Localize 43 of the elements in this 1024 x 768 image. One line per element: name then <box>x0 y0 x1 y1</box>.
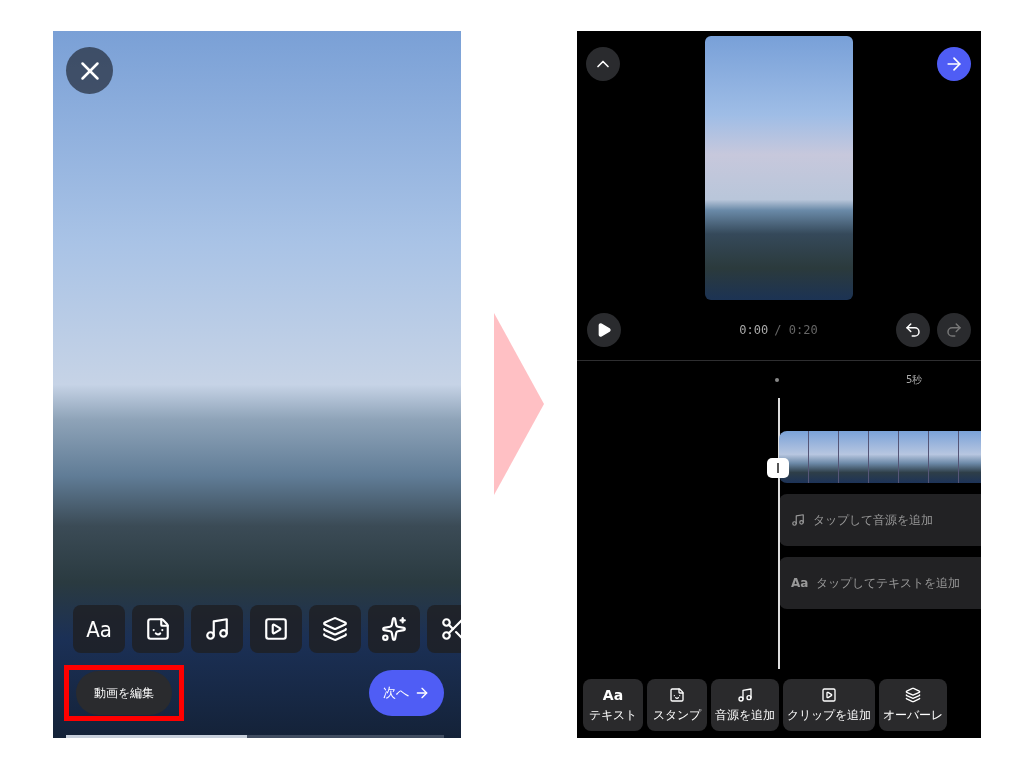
toolbar-button[interactable]: 音源を追加 <box>711 679 779 731</box>
sticker-icon <box>669 686 685 703</box>
add-track-area[interactable]: タップして音源を追加 <box>779 494 981 546</box>
sticker-icon <box>145 616 171 642</box>
add-track-area[interactable]: Aa タップしてテキストを追加 <box>779 557 981 609</box>
ruler-label: 5秒 <box>906 373 923 387</box>
scissors-icon <box>440 616 461 642</box>
music-note-icon <box>737 686 753 703</box>
tool-button[interactable] <box>132 605 184 653</box>
music-note-icon <box>204 616 230 642</box>
play-square-icon <box>821 686 837 703</box>
close-button[interactable] <box>66 47 113 94</box>
toolbar-button[interactable]: オーバーレ <box>879 679 947 731</box>
layers-icon <box>905 686 921 703</box>
toolbar-button[interactable]: スタンプ <box>647 679 707 731</box>
current-time: 0:00 <box>739 323 769 337</box>
next-button[interactable]: 次へ <box>369 670 444 716</box>
arrow-right-icon <box>414 685 430 701</box>
edit-video-button[interactable]: 動画を編集 <box>76 671 172 715</box>
redo-icon <box>945 321 963 339</box>
play-square-icon <box>263 616 289 642</box>
tool-button[interactable] <box>309 605 361 653</box>
trim-handle[interactable] <box>767 458 789 478</box>
video-clip-strip[interactable] <box>779 431 981 483</box>
music-note-icon <box>791 513 805 527</box>
next-button[interactable] <box>937 47 971 81</box>
tool-button[interactable]: Aa <box>73 605 125 653</box>
text-icon: Aa <box>791 576 809 590</box>
triangle-arrow-icon <box>494 313 544 495</box>
tool-button[interactable] <box>368 605 420 653</box>
sparkles-icon <box>381 616 407 642</box>
play-button[interactable] <box>587 313 621 347</box>
tool-button[interactable] <box>191 605 243 653</box>
undo-button[interactable] <box>896 313 930 347</box>
toolbar-button[interactable]: Aa テキスト <box>583 679 643 731</box>
duration: / 0:20 <box>774 323 818 337</box>
text-icon: Aa <box>602 686 624 703</box>
toolbar-button[interactable]: クリップを追加 <box>783 679 875 731</box>
tool-button[interactable] <box>250 605 302 653</box>
play-icon <box>596 322 612 338</box>
ruler-tick <box>775 378 779 382</box>
undo-icon <box>904 321 922 339</box>
layers-icon <box>322 616 348 642</box>
